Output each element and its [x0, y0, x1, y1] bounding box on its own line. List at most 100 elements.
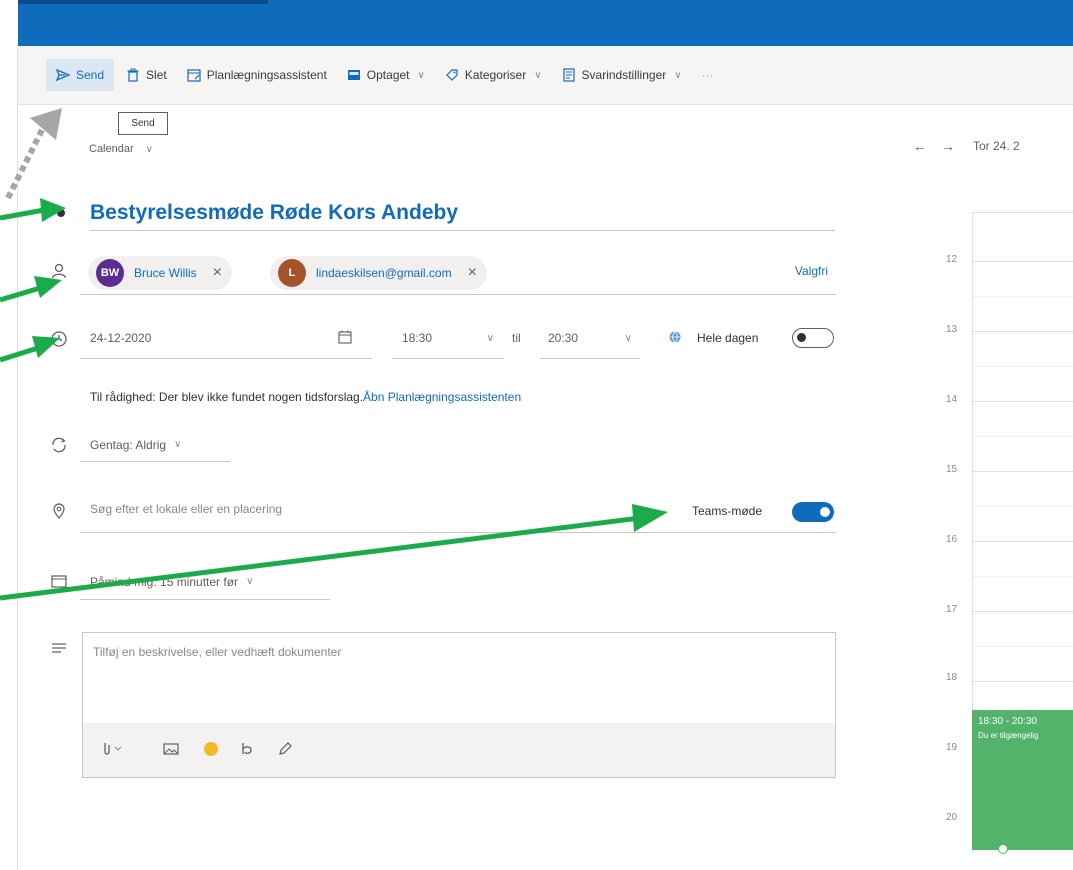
- availability-message: Til rådighed: Der blev ikke fundet nogen…: [90, 390, 521, 404]
- half-hour-line: [973, 506, 1073, 507]
- app-header-bar: [18, 0, 1073, 46]
- calendar-event-block[interactable]: 18:30 - 20:30 Du er tilgængelig: [972, 710, 1073, 850]
- left-divider: [17, 46, 18, 870]
- hour-label: 17: [946, 604, 958, 615]
- chevron-down-icon: ∨: [246, 576, 254, 587]
- avatar: BW: [96, 259, 124, 287]
- half-hour-line: [973, 576, 1073, 577]
- send-tooltip: Send: [118, 112, 168, 135]
- delete-button[interactable]: Slet: [118, 59, 175, 91]
- event-resize-handle[interactable]: [998, 844, 1008, 854]
- calendar-navigation: ← → Tor 24. 2: [913, 138, 1020, 154]
- end-time-dropdown[interactable]: 20:30 ∨: [540, 318, 640, 359]
- availability-text: Til rådighed: Der blev ikke fundet nogen…: [90, 390, 364, 404]
- attendee-name: Bruce Willis: [134, 266, 197, 280]
- previous-day-arrow-icon[interactable]: ←: [913, 138, 927, 154]
- hour-line: [973, 261, 1073, 262]
- repeat-value: Gentag: Aldrig: [90, 437, 167, 452]
- calendar-selector-label: Calendar: [89, 143, 134, 155]
- title-bullet-icon: [52, 204, 70, 222]
- remove-attendee-icon[interactable]: ×: [468, 264, 477, 282]
- left-margin: [0, 0, 18, 870]
- categorize-dropdown[interactable]: Kategoriser ∨: [437, 59, 550, 91]
- event-title-input[interactable]: Bestyrelsesmøde Røde Kors Andeby: [90, 196, 835, 231]
- delete-label: Slet: [146, 68, 167, 82]
- person-icon: [50, 262, 68, 280]
- scheduling-icon: [187, 68, 201, 82]
- image-icon[interactable]: [163, 742, 179, 761]
- categorize-label: Kategoriser: [464, 68, 527, 82]
- attendee-name: lindaeskilsen@gmail.com: [316, 266, 452, 280]
- next-day-arrow-icon[interactable]: →: [941, 138, 955, 154]
- description-lines-icon: [50, 640, 68, 658]
- start-date-value: 24-12-2020: [90, 331, 152, 345]
- hour-line: [973, 331, 1073, 332]
- hour-line: [973, 611, 1073, 612]
- hour-label: 14: [946, 394, 958, 405]
- chevron-down-icon: ∨: [534, 69, 542, 81]
- hour-line: [973, 401, 1073, 402]
- response-options-dropdown[interactable]: Svarindstillinger ∨: [554, 59, 690, 91]
- hour-label: 15: [946, 464, 958, 475]
- show-as-dropdown[interactable]: Optaget ∨: [339, 59, 433, 91]
- send-button[interactable]: Send: [46, 59, 115, 91]
- description-editor[interactable]: Tilføj en beskrivelse, eller vedhæft dok…: [82, 632, 836, 778]
- event-block-status: Du er tilgængelig: [978, 731, 1039, 740]
- avatar: L: [278, 259, 306, 287]
- chevron-down-icon: ∨: [486, 332, 494, 344]
- location-pin-icon: [50, 502, 68, 520]
- start-date-field[interactable]: 24-12-2020: [80, 318, 372, 359]
- half-hour-line: [973, 436, 1073, 437]
- remove-attendee-icon[interactable]: ×: [213, 264, 222, 282]
- show-as-label: Optaget: [366, 68, 410, 82]
- hour-label: 13: [946, 324, 958, 335]
- all-day-toggle[interactable]: [792, 328, 834, 348]
- attach-icon[interactable]: [101, 741, 123, 762]
- loop-component-icon[interactable]: [239, 741, 255, 762]
- command-toolbar: Send Slet Planlægningsassistent Optaget …: [18, 46, 1073, 105]
- calendar-selector[interactable]: Calendar ∨: [89, 143, 153, 155]
- repeat-icon: [50, 436, 68, 454]
- event-block-time: 18:30 - 20:30: [978, 716, 1037, 727]
- scheduling-assistant-button[interactable]: Planlægningsassistent: [179, 59, 335, 91]
- date-time-row: 24-12-2020 18:30 ∨ til 20:30 ∨ Hele dage…: [80, 318, 840, 360]
- reminder-dropdown[interactable]: Påmind mig: 15 minutter før ∨: [80, 564, 330, 600]
- hour-label: 19: [946, 742, 958, 753]
- chevron-down-icon: ∨: [174, 439, 182, 450]
- open-scheduling-assistant-link[interactable]: Åbn Planlægningsassistenten: [363, 390, 521, 404]
- optional-attendees-link[interactable]: Valgfri: [795, 264, 828, 278]
- teams-meeting-toggle[interactable]: [792, 502, 834, 522]
- chevron-down-icon: ∨: [674, 69, 682, 81]
- outlook-new-event-window: Send Slet Planlægningsassistent Optaget …: [0, 0, 1073, 870]
- timezone-globe-icon[interactable]: [668, 330, 682, 347]
- pen-draw-icon[interactable]: [277, 741, 293, 762]
- attendee-chip[interactable]: BW Bruce Willis ×: [88, 256, 233, 290]
- hour-label: 20: [946, 812, 958, 823]
- repeat-dropdown[interactable]: Gentag: Aldrig ∨: [80, 428, 230, 462]
- hour-label: 16: [946, 534, 958, 545]
- clock-icon: [50, 330, 68, 348]
- chevron-down-icon: ∨: [145, 143, 153, 155]
- calendar-icon[interactable]: [338, 330, 352, 347]
- end-time-value: 20:30: [548, 331, 579, 345]
- more-options-button[interactable]: ···: [694, 68, 722, 82]
- all-day-label: Hele dagen: [697, 331, 759, 345]
- description-placeholder: Tilføj en beskrivelse, eller vedhæft dok…: [93, 645, 342, 659]
- location-field[interactable]: Søg efter et lokale eller en placering T…: [80, 492, 836, 533]
- busy-status-icon: [347, 68, 361, 82]
- teams-meeting-label: Teams-møde: [692, 504, 763, 518]
- send-label: Send: [76, 68, 105, 82]
- start-time-dropdown[interactable]: 18:30 ∨: [392, 318, 504, 359]
- attendee-chip[interactable]: L lindaeskilsen@gmail.com ×: [270, 256, 487, 290]
- description-toolbar: [83, 723, 835, 777]
- attendees-field[interactable]: BW Bruce Willis × L lindaeskilsen@gmail.…: [80, 252, 836, 295]
- scheduling-label: Planlægningsassistent: [206, 68, 327, 82]
- hour-line: [973, 471, 1073, 472]
- half-hour-line: [973, 296, 1073, 297]
- emoji-icon[interactable]: [203, 741, 219, 762]
- hour-line: [973, 681, 1073, 682]
- hour-label: 12: [946, 254, 958, 265]
- location-placeholder: Søg efter et lokale eller en placering: [90, 502, 283, 516]
- half-hour-line: [973, 646, 1073, 647]
- reminder-value: Påmind mig: 15 minutter før: [90, 574, 239, 589]
